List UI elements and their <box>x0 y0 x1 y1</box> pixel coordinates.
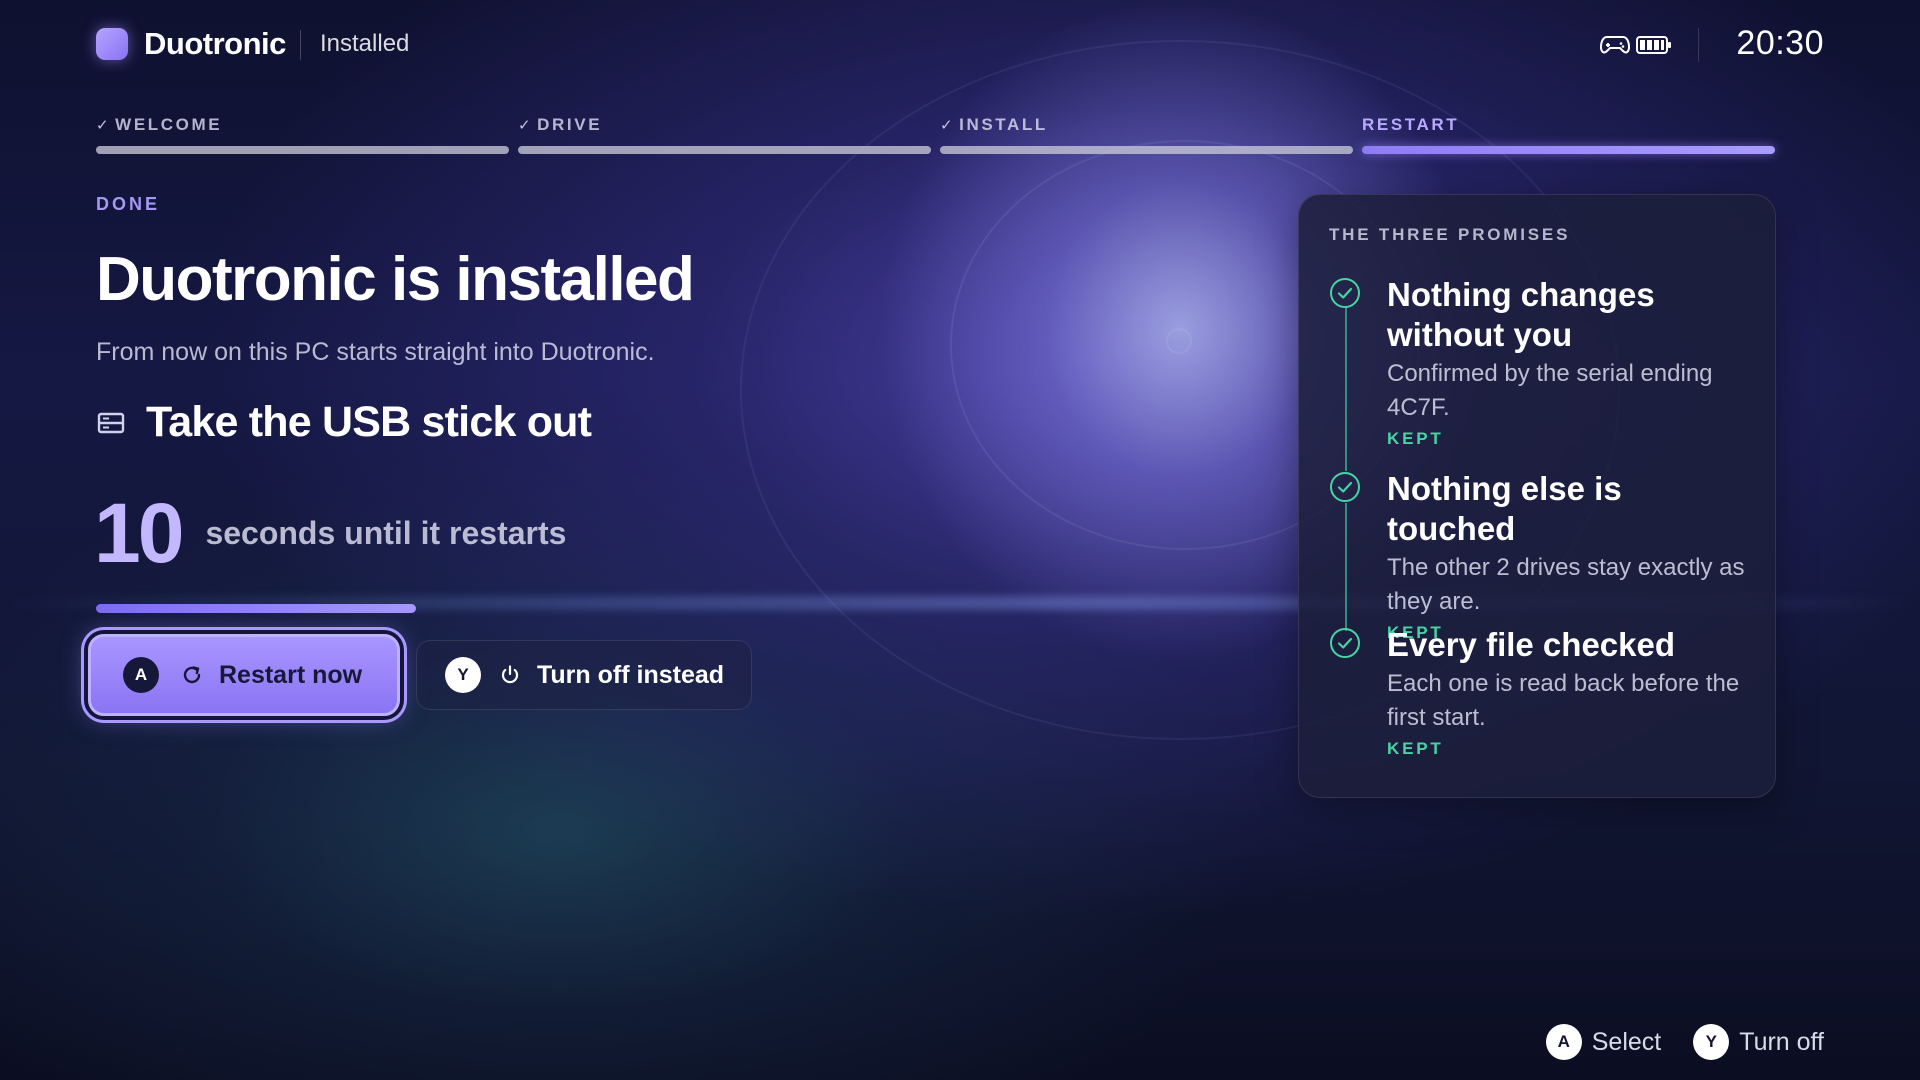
countdown-value: 10 <box>94 486 184 580</box>
promise-status: KEPT <box>1387 429 1444 448</box>
divider <box>300 30 301 60</box>
step-label: DRIVE <box>537 115 603 134</box>
step-bar <box>96 146 509 154</box>
hint-label: Turn off <box>1739 1027 1824 1056</box>
promises-panel: THE THREE PROMISES Nothing changes witho… <box>1298 194 1776 798</box>
step-bar <box>518 146 931 154</box>
restart-now-button[interactable]: A Restart now <box>88 634 400 716</box>
promise-item: Nothing else is touched The other 2 driv… <box>1329 469 1759 643</box>
step-bar <box>940 146 1353 154</box>
check-icon: ✓ <box>940 117 956 134</box>
check-icon: ✓ <box>96 117 112 134</box>
promise-description: Each one is read back before the first s… <box>1387 670 1740 731</box>
step-install: ✓ INSTALL <box>940 112 1353 154</box>
clock: 20:30 <box>1736 24 1824 62</box>
countdown-progress-bar <box>96 604 416 613</box>
step-welcome: ✓ WELCOME <box>96 112 509 154</box>
progress-steps: ✓ WELCOME ✓ DRIVE ✓ INSTALL RESTART <box>96 112 1776 156</box>
usb-instruction-text: Take the USB stick out <box>146 398 592 446</box>
step-label: RESTART <box>1362 115 1460 134</box>
battery-icon <box>1636 36 1671 54</box>
controller-hints: A Select Y Turn off <box>1514 1024 1824 1060</box>
refresh-icon <box>183 666 201 684</box>
promise-description: Confirmed by the serial ending 4C7F. <box>1387 360 1713 421</box>
divider <box>1698 28 1699 62</box>
hint-select[interactable]: A Select <box>1545 1024 1662 1060</box>
page-title: Duotronic is installed <box>96 245 695 314</box>
y-button-badge: Y <box>445 657 481 693</box>
panel-title: THE THREE PROMISES <box>1329 225 1571 244</box>
countdown: 10 seconds until it restarts <box>94 488 566 578</box>
section-eyebrow: DONE <box>96 194 161 214</box>
top-bar: Duotronic Installed 20:30 <box>96 22 1824 66</box>
promise-item: Every file checked Each one is read back… <box>1329 625 1759 759</box>
turn-off-instead-button[interactable]: Y Turn off instead <box>416 640 752 710</box>
gamepad-icon <box>1600 36 1630 54</box>
step-bar-active <box>1362 146 1775 154</box>
app-logo <box>96 28 128 60</box>
promise-title: Nothing changes without you <box>1387 276 1655 353</box>
check-icon: ✓ <box>518 117 534 134</box>
app-name: Duotronic <box>144 26 286 61</box>
hint-turn-off[interactable]: Y Turn off <box>1693 1024 1824 1060</box>
power-icon <box>501 665 519 684</box>
check-circle-icon <box>1330 628 1360 658</box>
check-circle-icon <box>1330 472 1360 502</box>
drive-icon <box>97 412 125 433</box>
turn-off-instead-label: Turn off instead <box>537 660 725 689</box>
hint-label: Select <box>1591 1027 1662 1056</box>
usb-instruction: Take the USB stick out <box>96 398 592 447</box>
a-button-badge: A <box>123 657 159 693</box>
step-drive: ✓ DRIVE <box>518 112 931 154</box>
promise-status: KEPT <box>1387 739 1444 758</box>
step-restart: RESTART <box>1362 112 1775 154</box>
promise-title: Every file checked <box>1387 626 1676 663</box>
a-button-badge: A <box>1545 1024 1582 1060</box>
install-status: Installed <box>320 30 410 57</box>
restart-now-label: Restart now <box>219 660 363 689</box>
step-label: WELCOME <box>115 115 223 134</box>
page-subtitle: From now on this PC starts straight into… <box>96 338 655 366</box>
countdown-label: seconds until it restarts <box>205 514 567 551</box>
decorative-ring <box>1166 328 1192 354</box>
promise-title: Nothing else is touched <box>1387 470 1622 547</box>
check-circle-icon <box>1330 278 1360 308</box>
y-button-badge: Y <box>1693 1024 1730 1060</box>
promise-description: The other 2 drives stay exactly as they … <box>1387 554 1745 615</box>
promise-item: Nothing changes without you Confirmed by… <box>1329 275 1759 449</box>
step-label: INSTALL <box>959 115 1048 134</box>
